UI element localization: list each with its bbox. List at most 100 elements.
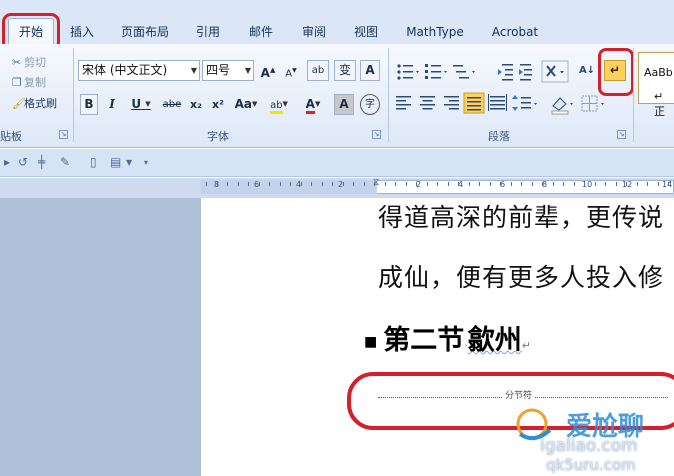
tab-acrobat[interactable]: Acrobat xyxy=(489,23,541,41)
line-spacing-icon[interactable] xyxy=(512,95,537,111)
ruler-tick xyxy=(584,182,585,186)
ruler-tick xyxy=(364,182,365,186)
enclose-characters-button[interactable]: 字 xyxy=(360,94,380,115)
ruler-tick xyxy=(490,182,491,186)
ruler-tick xyxy=(448,182,449,186)
phonetic-guide-button[interactable]: 变 xyxy=(334,60,356,81)
ruler-tick xyxy=(542,182,543,186)
paragraph-row2-toolbar xyxy=(396,92,604,115)
cut-button[interactable]: ✂ 剪切 xyxy=(12,54,46,70)
tab-view[interactable]: 视图 xyxy=(352,23,380,41)
tab-insert[interactable]: 插入 xyxy=(68,23,96,41)
tab-mathtype[interactable]: MathType xyxy=(404,23,466,41)
clipboard-group-label: 贴板 xyxy=(0,130,22,143)
bold-button[interactable]: B xyxy=(80,94,98,115)
annotation-circle-show-marks xyxy=(598,48,634,96)
format-painter-label: 格式刷 xyxy=(24,97,57,110)
format-painter-button[interactable]: 🖌格式刷 xyxy=(12,95,57,111)
subscript-button[interactable]: x₂ xyxy=(186,94,206,115)
watermark-url-secondary: qk5uru.com xyxy=(546,456,636,474)
copy-button[interactable]: ❐ 复制 xyxy=(12,74,46,90)
ruler-tick xyxy=(217,182,218,186)
grow-font-icon: A xyxy=(260,66,270,80)
tab-mailings[interactable]: 邮件 xyxy=(247,23,275,41)
ruler-tick xyxy=(374,182,375,186)
paragraph-mark: ↵ xyxy=(521,339,531,352)
ruler-tick xyxy=(500,182,501,186)
customize-toolbar-icon[interactable]: ▾ xyxy=(144,158,148,167)
distributed-icon[interactable] xyxy=(488,94,507,111)
font-group-label: 字体 xyxy=(207,130,229,143)
underline-button[interactable]: U ▼ xyxy=(126,94,156,115)
draw-icon[interactable]: ✎ xyxy=(60,155,70,169)
section-heading[interactable]: ■ 第二节·歙州↵ xyxy=(364,318,531,357)
decrease-indent-icon[interactable] xyxy=(498,64,513,81)
superscript-icon: x² xyxy=(212,98,224,111)
ruler-tick xyxy=(647,182,648,186)
new-document-icon[interactable]: ▯ xyxy=(90,155,97,169)
table-insert-icon[interactable]: ╪ xyxy=(38,155,45,169)
ruler-tick xyxy=(511,182,512,186)
character-border-button[interactable]: A xyxy=(360,60,380,81)
font-name-combo[interactable]: 宋体 (中文正文) ▼ xyxy=(78,60,200,81)
shrink-font-button[interactable]: A▼ xyxy=(281,60,301,81)
paintbrush-icon: 🖌 xyxy=(12,97,26,110)
superscript-button[interactable]: x² xyxy=(208,94,228,115)
ruler-tick xyxy=(658,182,659,186)
multilevel-list-icon[interactable] xyxy=(453,65,475,79)
ruler-tick xyxy=(626,182,627,186)
clear-format-button[interactable]: ab xyxy=(307,60,329,81)
tab-review[interactable]: 审阅 xyxy=(300,23,328,41)
ruler-tick xyxy=(322,182,323,186)
paragraph-row1-toolbar xyxy=(397,60,569,83)
numbering-icon[interactable] xyxy=(425,64,447,79)
chevron-down-icon[interactable]: ▼ xyxy=(126,158,132,167)
ruler-tick xyxy=(385,182,386,186)
change-case-button[interactable]: Aa▼ xyxy=(231,94,261,115)
italic-button[interactable]: I xyxy=(103,94,121,115)
body-text-line[interactable]: 成仙，便有更多人投入修 xyxy=(378,258,664,294)
ruler-tick xyxy=(437,182,438,186)
sort-button[interactable]: A↓ xyxy=(576,60,598,81)
watermark-url: igaliao.com xyxy=(540,436,638,456)
align-left-icon[interactable] xyxy=(396,96,411,110)
group-divider xyxy=(73,48,74,142)
heading-part-b: 歙州 xyxy=(467,325,522,356)
tab-page-layout[interactable]: 页面布局 xyxy=(118,23,172,41)
font-color-button[interactable]: A▼ xyxy=(298,94,328,115)
font-dialog-launcher-icon[interactable]: ↘ xyxy=(372,130,381,139)
font-size-combo[interactable]: 四号 ▼ xyxy=(202,60,254,81)
asian-layout-icon[interactable] xyxy=(541,60,569,83)
clipboard-dialog-launcher-icon[interactable]: ↘ xyxy=(59,130,68,139)
ruler-tick xyxy=(616,182,617,186)
redo-icon[interactable]: ↺ xyxy=(18,155,28,169)
ruler-tick xyxy=(248,182,249,186)
bullets-icon[interactable] xyxy=(397,64,419,80)
paragraph-dialog-launcher-icon[interactable]: ↘ xyxy=(617,130,626,139)
font-color-icon: A xyxy=(305,97,315,114)
ribbon-tab-bar: 开始 插入 页面布局 引用 邮件 审阅 视图 MathType Acrobat xyxy=(0,0,674,44)
align-center-icon[interactable] xyxy=(420,96,435,110)
ruler-tick xyxy=(332,182,333,186)
ruler-tick xyxy=(269,182,270,186)
grow-font-button[interactable]: A▲ xyxy=(258,60,278,81)
ruler-tick xyxy=(668,182,669,186)
tab-references[interactable]: 引用 xyxy=(194,23,222,41)
character-shading-button[interactable]: A xyxy=(334,94,354,115)
ruler-tick xyxy=(595,182,596,186)
align-right-icon[interactable] xyxy=(444,96,459,110)
character-shading-icon: A xyxy=(339,97,349,111)
justify-icon[interactable] xyxy=(463,92,485,114)
increase-indent-icon[interactable] xyxy=(519,64,532,81)
group-divider xyxy=(388,48,389,142)
ruler-number: 12 xyxy=(622,180,633,189)
text-highlight-button[interactable]: ab▼ xyxy=(264,94,294,115)
table-icon[interactable]: ▤ xyxy=(110,155,121,169)
ruler-tick xyxy=(238,182,239,186)
shading-icon[interactable] xyxy=(551,97,573,115)
borders-icon[interactable] xyxy=(581,95,604,112)
sort-icon: A↓ xyxy=(578,65,596,76)
strikethrough-button[interactable]: abe xyxy=(160,94,184,115)
body-text-line[interactable]: 得道高深的前辈，更传说 xyxy=(378,198,664,234)
undo-arrow-icon[interactable]: ▸ xyxy=(4,155,10,169)
